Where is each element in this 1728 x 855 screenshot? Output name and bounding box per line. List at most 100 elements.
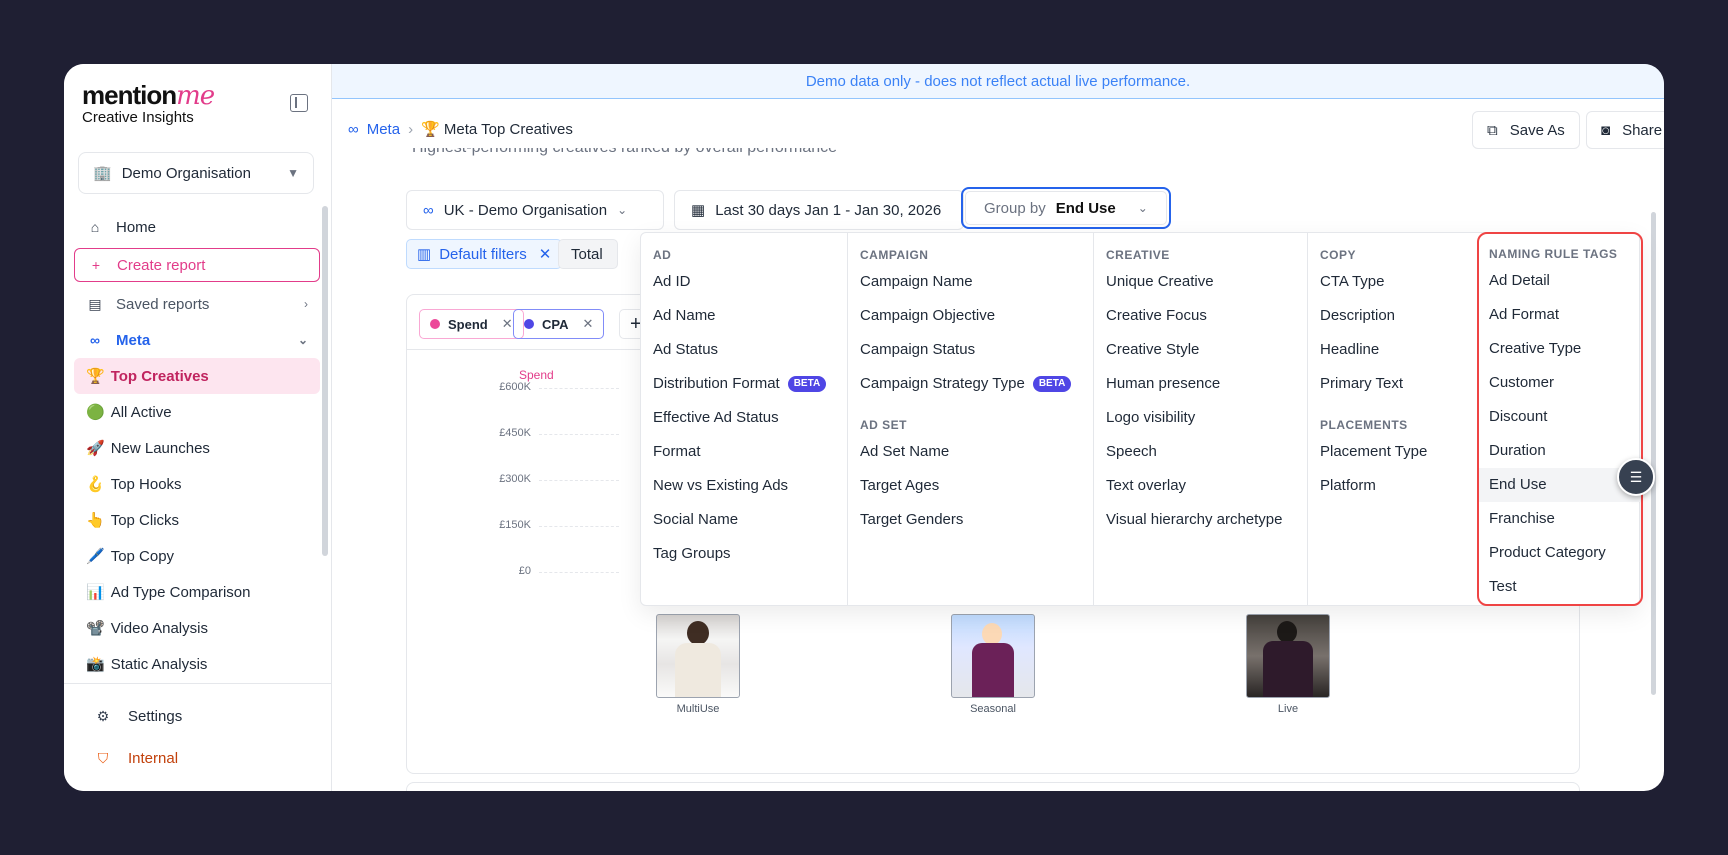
option-logo-visibility[interactable]: Logo visibility — [1106, 401, 1295, 435]
group-by-selector[interactable]: Group by End Use ⌄ — [961, 187, 1171, 229]
filter-settings-icon: ☰ — [1629, 468, 1643, 485]
account-selector[interactable]: ∞ UK - Demo Organisation ⌄ — [406, 190, 664, 230]
sidebar-item-internal[interactable]: ⛉ Internal — [82, 740, 190, 776]
create-report-button[interactable]: + Create report — [74, 248, 320, 282]
chevron-down-icon: ⌄ — [1137, 201, 1148, 215]
option-creative-style[interactable]: Creative Style — [1106, 333, 1295, 367]
option-creative-focus[interactable]: Creative Focus — [1106, 299, 1295, 333]
gridline — [539, 434, 619, 435]
metric-pill-cpa[interactable]: CPA ✕ — [513, 309, 605, 339]
option-creative-type[interactable]: Creative Type — [1489, 332, 1631, 366]
copy-icon: ⧉ — [1487, 121, 1498, 139]
home-icon: ⌂ — [90, 219, 100, 235]
option-franchise[interactable]: Franchise — [1489, 502, 1631, 536]
option-ad-status[interactable]: Ad Status — [653, 333, 835, 367]
creative-thumbnail[interactable] — [1246, 614, 1330, 698]
pointer-icon: 👆 — [86, 512, 105, 529]
sidebar-item-settings[interactable]: ⚙ Settings — [82, 698, 194, 734]
option-campaign-status[interactable]: Campaign Status — [860, 333, 1081, 367]
option-test[interactable]: Test — [1489, 570, 1631, 604]
option-target-genders[interactable]: Target Genders — [860, 503, 1081, 537]
option-product-category[interactable]: Product Category — [1489, 536, 1631, 570]
option-campaign-name[interactable]: Campaign Name — [860, 265, 1081, 299]
sidebar: mentionme Creative Insights 🏢 Demo Organ… — [64, 64, 332, 791]
main-scrollbar[interactable] — [1651, 212, 1656, 695]
series-label: Spend — [519, 368, 554, 382]
option-effective-ad-status[interactable]: Effective Ad Status — [653, 401, 835, 435]
option-target-ages[interactable]: Target Ages — [860, 469, 1081, 503]
chevron-right-icon: › — [408, 120, 414, 138]
option-description[interactable]: Description — [1320, 299, 1466, 333]
projector-icon: 📽️ — [86, 620, 105, 637]
option-unique-creative[interactable]: Unique Creative — [1106, 265, 1295, 299]
thumbnail-label: MultiUse — [676, 703, 720, 715]
share-button[interactable]: ◙ Share — [1586, 111, 1664, 149]
option-headline[interactable]: Headline — [1320, 333, 1466, 367]
option-cta-type[interactable]: CTA Type — [1320, 265, 1466, 299]
option-duration[interactable]: Duration — [1489, 434, 1631, 468]
option-tag-groups[interactable]: Tag Groups — [653, 537, 835, 571]
sidebar-item-static-analysis[interactable]: 📸 Static Analysis — [74, 646, 320, 682]
option-campaign-objective[interactable]: Campaign Objective — [860, 299, 1081, 333]
option-discount[interactable]: Discount — [1489, 400, 1631, 434]
option-ad-format[interactable]: Ad Format — [1489, 298, 1631, 332]
sidebar-item-meta[interactable]: ∞ Meta ⌄ — [74, 322, 320, 358]
option-primary-text[interactable]: Primary Text — [1320, 367, 1466, 401]
sidebar-item-top-creatives[interactable]: 🏆 Top Creatives — [74, 358, 320, 394]
sidebar-item-video-analysis[interactable]: 📽️ Video Analysis — [74, 610, 320, 646]
green-circle-icon: 🟢 — [86, 404, 105, 421]
next-card — [406, 782, 1580, 791]
demo-banner: Demo data only - does not reflect actual… — [332, 64, 1664, 99]
rocket-icon: 🚀 — [86, 440, 105, 457]
sidebar-item-top-clicks[interactable]: 👆 Top Clicks — [74, 502, 320, 538]
thumbnail-label: Seasonal — [970, 703, 1016, 715]
option-campaign-strategy-type[interactable]: Campaign Strategy Type BETA — [860, 367, 1081, 401]
sidebar-item-new-launches[interactable]: 🚀 New Launches — [74, 430, 320, 466]
chevron-down-icon: ⌄ — [297, 333, 308, 347]
option-human-presence[interactable]: Human presence — [1106, 367, 1295, 401]
organisation-selector[interactable]: 🏢 Demo Organisation ▼ — [78, 152, 314, 194]
sidebar-item-home[interactable]: ⌂ Home — [74, 208, 320, 246]
sidebar-scrollbar[interactable] — [322, 206, 328, 556]
sidebar-item-saved-reports[interactable]: ▤ Saved reports › — [74, 286, 320, 322]
option-ad-set-name[interactable]: Ad Set Name — [860, 435, 1081, 469]
date-range-picker[interactable]: ▦ Last 30 days Jan 1 - Jan 30, 2026 — [674, 190, 964, 230]
option-text-overlay[interactable]: Text overlay — [1106, 469, 1295, 503]
building-icon: 🏢 — [93, 165, 112, 182]
option-speech[interactable]: Speech — [1106, 435, 1295, 469]
sidebar-item-all-active[interactable]: 🟢 All Active — [74, 394, 320, 430]
sidebar-item-top-copy[interactable]: 🖊️ Top Copy — [74, 538, 320, 574]
option-ad-name[interactable]: Ad Name — [653, 299, 835, 333]
option-distribution-format[interactable]: Distribution Format BETA — [653, 367, 835, 401]
creative-thumbnail[interactable] — [951, 614, 1035, 698]
gridline — [539, 388, 619, 389]
option-ad-detail[interactable]: Ad Detail — [1489, 264, 1631, 298]
color-dot — [524, 319, 534, 329]
meta-icon: ∞ — [348, 120, 359, 138]
option-ad-id[interactable]: Ad ID — [653, 265, 835, 299]
option-visual-hierarchy-archetype[interactable]: Visual hierarchy archetype — [1106, 503, 1295, 537]
total-filter-chip[interactable]: Total P — [558, 239, 618, 269]
close-icon[interactable]: ✕ — [539, 245, 552, 263]
sidebar-item-top-hooks[interactable]: 🪝 Top Hooks — [74, 466, 320, 502]
metric-pill-spend[interactable]: Spend ✕ — [419, 309, 524, 339]
save-as-button[interactable]: ⧉ Save As — [1472, 111, 1580, 149]
sidebar-item-ad-type-comparison[interactable]: 📊 Ad Type Comparison — [74, 574, 320, 610]
beta-badge: BETA — [1032, 376, 1072, 392]
option-format[interactable]: Format — [653, 435, 835, 469]
close-icon[interactable]: ✕ — [502, 316, 513, 332]
option-platform[interactable]: Platform — [1320, 469, 1466, 503]
option-customer[interactable]: Customer — [1489, 366, 1631, 400]
chevron-right-icon: › — [304, 297, 308, 311]
collapse-sidebar-icon[interactable] — [290, 94, 308, 112]
gridline — [539, 526, 619, 527]
default-filters-chip[interactable]: ▥ Default filters ✕ — [406, 239, 563, 269]
creative-thumbnail[interactable] — [656, 614, 740, 698]
option-social-name[interactable]: Social Name — [653, 503, 835, 537]
close-icon[interactable]: ✕ — [582, 316, 593, 332]
trophy-icon: 🏆 — [86, 368, 105, 385]
option-new-vs-existing-ads[interactable]: New vs Existing Ads — [653, 469, 835, 503]
option-placement-type[interactable]: Placement Type — [1320, 435, 1466, 469]
breadcrumb-meta[interactable]: Meta — [367, 121, 400, 138]
floating-action-button[interactable]: ☰ — [1617, 458, 1655, 496]
